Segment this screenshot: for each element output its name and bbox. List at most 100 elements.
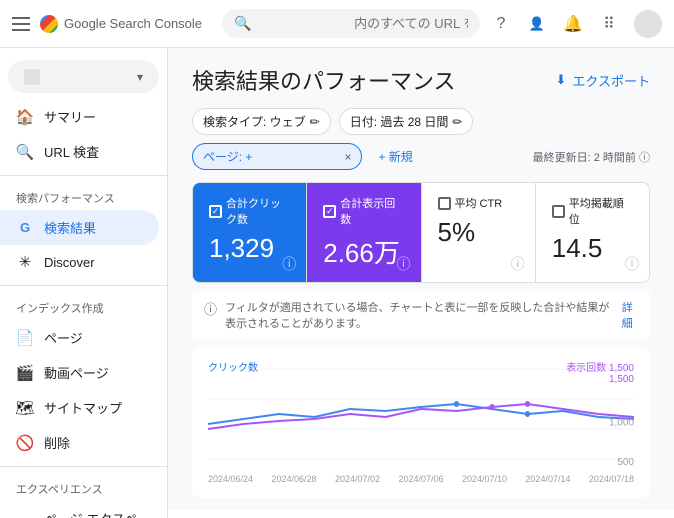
header-icons: ? 👤 🔔 ⠿ — [490, 10, 662, 38]
export-button[interactable]: ⬇ エクスポート — [555, 71, 650, 90]
sidebar-item-label: サイトマップ — [44, 398, 122, 417]
sidebar: ▾ 🏠 サマリー 🔍 URL 検査 検索パフォーマンス G 検索結果 ✳ Dis… — [0, 48, 168, 518]
sidebar-item-discover[interactable]: ✳ Discover — [0, 245, 159, 279]
sidebar-item-label: ページ — [44, 328, 83, 347]
filter-label: ページ: + — [203, 148, 336, 165]
sidebar-item-label: URL 検査 — [44, 142, 99, 161]
sidebar-divider-2 — [0, 285, 167, 286]
search-input[interactable] — [259, 16, 468, 31]
metric-info-icon[interactable]: ⓘ — [625, 254, 639, 274]
chart-y-mid: 1,000 — [609, 417, 634, 428]
chart-y-bottom: 500 — [617, 457, 634, 468]
search-icon: 🔍 — [234, 15, 251, 32]
metric-info-icon[interactable]: ⓘ — [282, 254, 296, 274]
index-section-header: インデックス作成 — [0, 292, 167, 320]
export-label: エクスポート — [572, 71, 650, 90]
metric-label-ctr: 平均 CTR — [438, 195, 519, 211]
new-filter-button[interactable]: + 新規 — [370, 144, 420, 169]
sidebar-nav: 🏠 サマリー 🔍 URL 検査 検索パフォーマンス G 検索結果 ✳ Disco… — [0, 97, 167, 518]
sidebar-item-summary[interactable]: 🏠 サマリー — [0, 99, 159, 134]
metric-card-position: 平均掲載順位 14.5 ⓘ — [536, 183, 649, 282]
chart-y-label-clicks: クリック数 — [208, 359, 258, 374]
sidebar-item-label: Discover — [44, 255, 95, 270]
impressions-checkbox[interactable] — [323, 205, 336, 218]
ctr-checkbox[interactable] — [438, 197, 451, 210]
property-selector[interactable]: ▾ — [8, 60, 159, 93]
info-bar: ⓘ フィルタが適用されている場合、チャートと表に一部を反映した合計や結果が表示さ… — [192, 291, 650, 339]
filter-chip-date[interactable]: 日付: 過去 28 日間 ✏ — [339, 108, 474, 135]
sidebar-item-pages[interactable]: 📄 ページ — [0, 320, 159, 355]
logo-area: Google Search Console — [40, 15, 202, 33]
search-performance-section-header: 検索パフォーマンス — [0, 182, 167, 210]
metric-card-clicks: 合計クリック数 1,329 ⓘ — [193, 183, 307, 282]
google-g-icon: G — [16, 219, 34, 237]
info-icon: ⓘ — [639, 152, 650, 164]
sidebar-item-sitemap[interactable]: 🗺 サイトマップ — [0, 390, 159, 425]
tabs-row: クエリ ページ 国 デバイス 検索での見え方 日付 ≡ — [168, 510, 674, 518]
remove-icon: 🚫 — [16, 434, 34, 452]
x-label-4: 2024/07/10 — [462, 474, 507, 484]
filter-label: 検索タイプ: ウェブ — [203, 113, 306, 130]
sidebar-item-page-experience[interactable]: ⚙ ページ エクスペリエンス — [0, 501, 159, 518]
sidebar-divider-3 — [0, 466, 167, 467]
home-icon: 🏠 — [16, 108, 34, 126]
help-icon[interactable]: ? — [490, 13, 512, 35]
tab-search-appearance[interactable]: 検索での見え方 — [461, 510, 583, 518]
apps-icon[interactable]: ⠿ — [598, 13, 620, 35]
video-icon: 🎬 — [16, 364, 34, 382]
experience-section-header: エクスペリエンス — [0, 473, 167, 501]
metric-label-clicks: 合計クリック数 — [209, 195, 290, 227]
menu-button[interactable] — [12, 17, 30, 31]
sidebar-item-removals[interactable]: 🚫 削除 — [0, 425, 159, 460]
chart-y-label-impressions: 表示回数 1,500 1,500 — [566, 359, 634, 385]
edit-icon: ✏ — [310, 115, 320, 129]
new-filter-label: + 新規 — [378, 148, 412, 165]
sidebar-item-label: ページ エクスペリエンス — [44, 509, 143, 518]
tab-queries[interactable]: クエリ — [192, 510, 263, 518]
sidebar-item-label: サマリー — [44, 107, 96, 126]
clicks-checkbox[interactable] — [209, 205, 222, 218]
metric-value-ctr: 5% — [438, 217, 519, 248]
page-title: 検索結果のパフォーマンス — [192, 64, 456, 96]
last-updated-text: 最終更新日: 2 時間前 ⓘ — [533, 149, 650, 165]
filter-chip-page[interactable]: ページ: + × — [192, 143, 362, 170]
main-layout: ▾ 🏠 サマリー 🔍 URL 検査 検索パフォーマンス G 検索結果 ✳ Dis… — [0, 48, 674, 518]
edit-icon: ✏ — [452, 115, 462, 129]
metric-label-position: 平均掲載順位 — [552, 195, 633, 227]
tab-pages[interactable]: ページ — [263, 510, 333, 518]
search-bar[interactable]: 🔍 — [222, 9, 480, 38]
x-label-1: 2024/06/28 — [271, 474, 316, 484]
chevron-down-icon: ▾ — [137, 70, 143, 84]
metric-card-impressions: 合計表示回数 2.66万 ⓘ — [307, 183, 421, 282]
info-link[interactable]: 詳細 — [622, 299, 638, 331]
x-label-6: 2024/07/18 — [589, 474, 634, 484]
metric-value-clicks: 1,329 — [209, 233, 290, 264]
sidebar-item-video-pages[interactable]: 🎬 動画ページ — [0, 355, 159, 390]
metric-value-position: 14.5 — [552, 233, 633, 264]
top-header: Google Search Console 🔍 ? 👤 🔔 ⠿ — [0, 0, 674, 48]
discover-icon: ✳ — [16, 253, 34, 271]
property-icon — [24, 69, 40, 85]
tab-dates[interactable]: 日付 — [583, 510, 641, 518]
sidebar-item-search-results[interactable]: G 検索結果 — [0, 210, 159, 245]
sidebar-divider — [0, 175, 167, 176]
metric-info-icon[interactable]: ⓘ — [397, 254, 411, 274]
x-label-2: 2024/07/02 — [335, 474, 380, 484]
avatar[interactable] — [634, 10, 662, 38]
app-name: Google Search Console — [64, 16, 202, 31]
filter-chip-search-type[interactable]: 検索タイプ: ウェブ ✏ — [192, 108, 331, 135]
user-icon[interactable]: 👤 — [526, 13, 548, 35]
position-checkbox[interactable] — [552, 205, 565, 218]
property-name — [46, 68, 131, 85]
x-label-5: 2024/07/14 — [525, 474, 570, 484]
sidebar-item-label: 検索結果 — [44, 218, 96, 237]
filter-label: 日付: 過去 28 日間 — [350, 113, 449, 130]
page-icon: 📄 — [16, 329, 34, 347]
info-text: フィルタが適用されている場合、チャートと表に一部を反映した合計や結果が表示される… — [225, 299, 614, 331]
download-icon: ⬇ — [555, 72, 566, 88]
metric-info-icon[interactable]: ⓘ — [511, 254, 525, 274]
tab-devices[interactable]: デバイス — [378, 510, 461, 518]
remove-filter-icon[interactable]: × — [344, 150, 351, 164]
bell-icon[interactable]: 🔔 — [562, 13, 584, 35]
sidebar-item-url-inspection[interactable]: 🔍 URL 検査 — [0, 134, 159, 169]
